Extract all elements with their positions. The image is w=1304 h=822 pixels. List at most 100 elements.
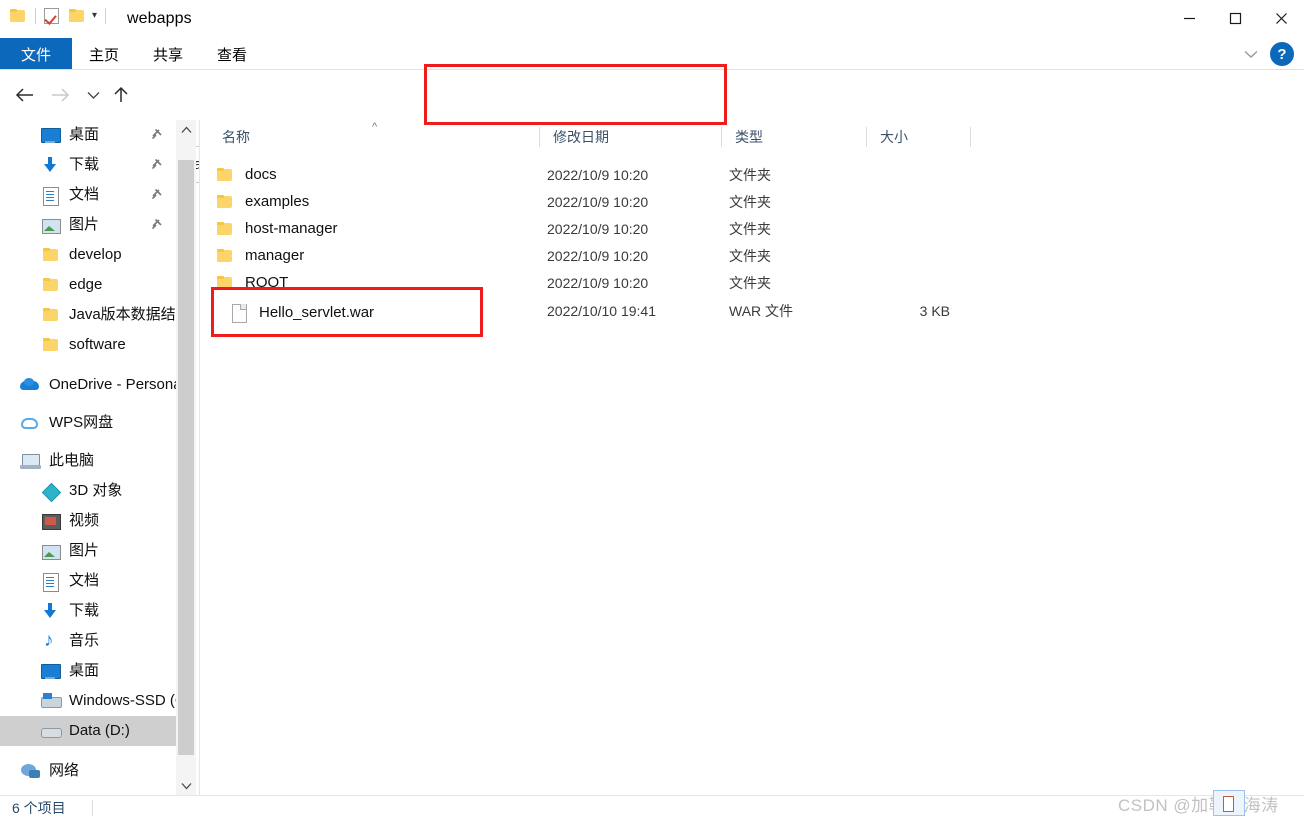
sidebar-item-windows-ssd[interactable]: Windows-SSD (C:) (0, 686, 176, 716)
minimize-button[interactable] (1166, 0, 1212, 36)
tab-view[interactable]: 查看 (206, 38, 258, 70)
tab-home[interactable]: 主页 (78, 38, 130, 70)
table-row[interactable]: examples 2022/10/9 10:20 文件夹 (200, 188, 1304, 215)
pictures-icon (40, 541, 62, 561)
properties-icon[interactable] (44, 8, 59, 24)
network-icon (20, 761, 42, 781)
documents-icon (40, 571, 62, 592)
wps-cloud-icon (20, 413, 42, 433)
forward-button[interactable] (47, 82, 73, 108)
scrollbar-thumb[interactable] (178, 160, 194, 755)
sidebar-item-desktop[interactable]: 桌面 (0, 656, 176, 686)
sidebar-item-label: 视频 (69, 512, 100, 529)
pin-icon[interactable] (150, 217, 164, 231)
customize-dropdown-icon[interactable]: ▾ (92, 11, 97, 21)
pin-icon[interactable] (150, 157, 164, 171)
sidebar-item-develop[interactable]: develop (0, 240, 176, 270)
download-icon (40, 601, 62, 621)
table-row[interactable]: docs 2022/10/9 10:20 文件夹 (200, 161, 1304, 188)
file-date: 2022/10/10 19:41 (547, 302, 656, 319)
file-name: docs (245, 166, 277, 183)
file-name-cell[interactable]: docs (214, 161, 277, 188)
column-divider[interactable] (970, 127, 971, 147)
sidebar-item-network[interactable]: 网络 (0, 756, 176, 786)
navigation-pane: 桌面 下载 文档 图片 develop edge Java版本数据结 softw… (0, 120, 176, 795)
sidebar-item-label: 下载 (69, 156, 100, 173)
sidebar-item-java-data-structure[interactable]: Java版本数据结构 (0, 300, 176, 330)
title-bar: ▾ webapps (0, 0, 1304, 38)
tab-file[interactable]: 文件 (0, 38, 72, 70)
up-button[interactable] (108, 82, 134, 108)
file-date: 2022/10/9 10:20 (547, 193, 649, 210)
close-button[interactable] (1258, 0, 1304, 36)
back-button[interactable] (12, 82, 38, 108)
file-size (840, 242, 950, 269)
folder-icon[interactable] (10, 9, 27, 23)
recent-locations-icon[interactable] (80, 82, 106, 108)
folder-icon (214, 246, 236, 266)
column-header-name[interactable]: 名称 (208, 120, 547, 154)
sidebar-item-label: 3D 对象 (69, 482, 123, 499)
file-name-cell[interactable]: examples (214, 188, 309, 215)
pin-icon[interactable] (150, 127, 164, 141)
pictures-icon (40, 215, 62, 235)
onedrive-icon (20, 375, 42, 395)
column-header-type[interactable]: 类型 (721, 120, 866, 154)
tab-share[interactable]: 共享 (142, 38, 194, 70)
file-date: 2022/10/9 10:20 (547, 274, 649, 291)
sidebar-item-edge[interactable]: edge (0, 270, 176, 300)
sidebar-item-label: 文档 (69, 186, 100, 203)
file-date: 2022/10/9 10:20 (547, 220, 649, 237)
sidebar-item-label: Windows-SSD (C:) (69, 692, 176, 709)
folder-icon (40, 305, 62, 325)
window-controls (1166, 0, 1304, 36)
sidebar-item-downloads-quick[interactable]: 下载 (0, 150, 176, 180)
file-size (840, 188, 950, 215)
sidebar-item-desktop-quick[interactable]: 桌面 (0, 120, 176, 150)
chevron-down-icon[interactable] (176, 776, 196, 796)
music-icon (40, 631, 62, 651)
sidebar-item-documents-quick[interactable]: 文档 (0, 180, 176, 210)
sidebar-item-wps-cloud[interactable]: WPS网盘 (0, 408, 176, 438)
window-title: webapps (127, 10, 192, 27)
sidebar-item-label: 音乐 (69, 632, 100, 649)
highlighted-file-name-cell[interactable]: Hello_servlet.war (228, 299, 374, 326)
chevron-down-icon[interactable] (1240, 44, 1262, 64)
sidebar-item-pictures[interactable]: 图片 (0, 536, 176, 566)
windows-drive-icon (40, 691, 62, 711)
documents-icon (40, 185, 62, 206)
chevron-up-icon[interactable] (176, 120, 196, 140)
file-date: 2022/10/9 10:20 (547, 247, 649, 264)
table-row[interactable]: host-manager 2022/10/9 10:20 文件夹 (200, 215, 1304, 242)
sidebar-item-label: Data (D:) (69, 722, 130, 739)
this-pc-icon (20, 451, 42, 471)
sidebar-item-documents[interactable]: 文档 (0, 566, 176, 596)
sidebar-item-data-d[interactable]: Data (D:) (0, 716, 176, 746)
divider (92, 800, 93, 816)
file-list-pane: ^ 名称 修改日期 类型 大小 docs 2022/10/9 10:20 文件夹… (200, 120, 1304, 795)
help-button[interactable]: ? (1270, 42, 1294, 66)
breadcrumb-highlight (424, 64, 727, 125)
file-type: 文件夹 (729, 274, 771, 291)
sidebar-item-label: 桌面 (69, 126, 100, 143)
file-name-cell[interactable]: host-manager (214, 215, 338, 242)
pin-icon[interactable] (150, 187, 164, 201)
sidebar-item-music[interactable]: 音乐 (0, 626, 176, 656)
column-header-date[interactable]: 修改日期 (539, 120, 721, 154)
table-row[interactable]: manager 2022/10/9 10:20 文件夹 (200, 242, 1304, 269)
sidebar-item-label: 图片 (69, 216, 100, 233)
sidebar-item-onedrive[interactable]: OneDrive - Personal (0, 370, 176, 400)
sidebar-item-videos[interactable]: 视频 (0, 506, 176, 536)
sidebar-item-label: edge (69, 276, 103, 293)
new-folder-icon[interactable] (69, 9, 86, 23)
column-header-size[interactable]: 大小 (866, 120, 970, 154)
sidebar-item-this-pc[interactable]: 此电脑 (0, 446, 176, 476)
navigation-scrollbar[interactable] (176, 120, 196, 796)
sidebar-item-software[interactable]: software (0, 330, 176, 360)
maximize-button[interactable] (1212, 0, 1258, 36)
sidebar-item-3d-objects[interactable]: 3D 对象 (0, 476, 176, 506)
sidebar-item-label: develop (69, 246, 122, 263)
file-name-cell[interactable]: manager (214, 242, 304, 269)
sidebar-item-downloads[interactable]: 下载 (0, 596, 176, 626)
sidebar-item-pictures-quick[interactable]: 图片 (0, 210, 176, 240)
